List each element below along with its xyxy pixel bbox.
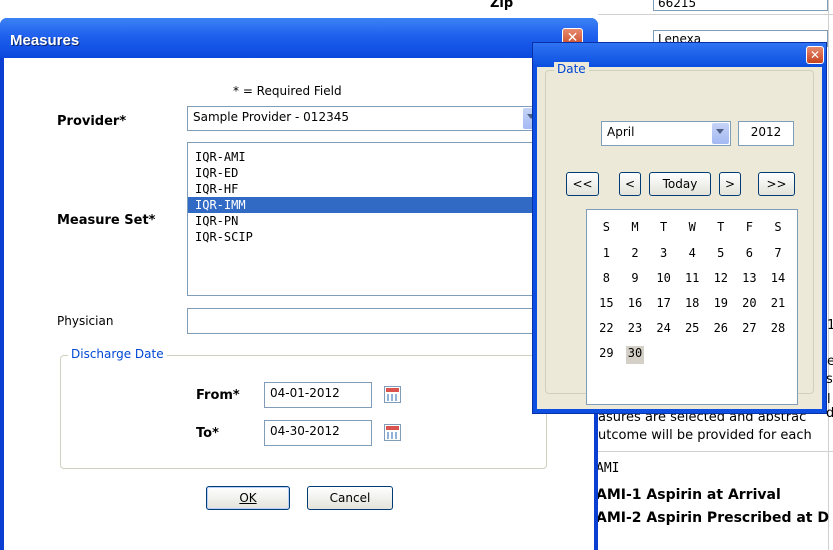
today-button[interactable]: Today [649,172,711,196]
measure-set-label: Measure Set* [57,213,156,228]
measure-set-option[interactable]: IQR-PN [188,213,549,229]
calendar-day[interactable]: 8 [597,271,615,289]
weekday-header: W [688,220,696,234]
calendar-day[interactable]: 1 [597,246,615,264]
zip-field[interactable]: 66215 [653,0,828,11]
calendar-day[interactable]: 23 [626,321,644,339]
divider [598,451,833,452]
provider-label: Provider* [57,114,127,129]
partial-text: d [826,406,833,421]
prev-month-button[interactable]: < [619,172,641,196]
month-value: April [607,125,635,139]
calendar-day[interactable]: 12 [712,271,730,289]
next-month-button[interactable]: > [719,172,741,196]
weekday-header: F [745,220,753,234]
zip-label: Zip [490,0,514,11]
measure-set-option[interactable]: IQR-SCIP [188,229,549,245]
dropdown-arrow-icon[interactable] [712,123,729,144]
physician-label: Physician [57,314,114,328]
calendar-day[interactable]: 19 [712,296,730,314]
dialog-body [4,58,594,550]
measure-set-list[interactable]: IQR-AMI IQR-ED IQR-HF IQR-IMM IQR-PN IQR-SCIP [187,142,550,296]
calendar-day[interactable]: 10 [655,271,673,289]
measure-set-option[interactable]: IQR-ED [188,165,549,181]
calendar-day[interactable]: 3 [655,246,673,264]
calendar-icon[interactable] [384,424,401,441]
calendar-day[interactable]: 22 [597,321,615,339]
to-label: To* [196,426,219,441]
calendar-icon[interactable] [384,386,401,403]
provider-select[interactable]: Sample Provider - 012345 [187,106,542,131]
ami-heading: AMI [596,461,620,476]
weekday-header: M [631,220,639,234]
ok-button[interactable]: OK [206,486,290,510]
partial-text: si [826,372,833,387]
info-text: utcome will be provided for each [598,428,812,443]
cancel-button[interactable]: Cancel [307,486,393,510]
required-note: * = Required Field [233,84,342,98]
calendar-day[interactable]: 5 [712,246,730,264]
calendar-day[interactable]: 15 [597,296,615,314]
side-fragment: 1 [827,318,833,333]
measure-item[interactable]: AMI-1 Aspirin at Arrival [596,487,781,503]
weekday-header: T [659,220,668,234]
from-date-input[interactable]: 04-01-2012 [264,382,372,408]
discharge-date-group [60,355,547,469]
divider [598,14,833,15]
calendar-day[interactable]: 24 [655,321,673,339]
calendar-day[interactable]: 4 [683,246,701,264]
measure-set-option[interactable]: IQR-AMI [188,149,549,165]
calendar-day[interactable]: 13 [740,271,758,289]
calendar-day[interactable]: 17 [655,296,673,314]
calendar-day[interactable]: 28 [769,321,787,339]
calendar-day[interactable]: 11 [683,271,701,289]
cancel-button-label: Cancel [329,491,371,505]
weekday-header: S [774,220,782,234]
measure-set-option[interactable]: IQR-IMM [188,197,549,213]
partial-text: l [827,392,831,407]
calendar-grid: S M T W T F S 1 2 3 4 5 6 7 8 9 10 11 12 13 14 15 16 17 18 19 20 21… [586,209,798,405]
to-date-input[interactable]: 04-30-2012 [264,420,372,446]
calendar-day[interactable]: 21 [769,296,787,314]
calendar-day[interactable]: 27 [740,321,758,339]
provider-value: Sample Provider - 012345 [193,110,349,124]
measure-set-option[interactable]: IQR-HF [188,181,549,197]
calendar-day[interactable]: 6 [740,246,758,264]
calendar-day[interactable]: 26 [712,321,730,339]
close-icon[interactable]: ✕ [806,46,824,64]
date-legend: Date [554,62,589,76]
divider [828,0,829,550]
measure-item[interactable]: AMI-2 Aspirin Prescribed at D [596,510,829,526]
calendar-day[interactable]: 2 [626,246,644,264]
calendar-day[interactable]: 30 [626,346,644,364]
calendar-day[interactable]: 25 [683,321,701,339]
calendar-day[interactable]: 9 [626,271,644,289]
dialog-title: Measures [10,32,80,49]
weekday-header: T [717,220,725,234]
calendar-day[interactable]: 7 [769,246,787,264]
calendar-day[interactable]: 29 [597,346,615,364]
calendar-day[interactable]: 18 [683,296,701,314]
weekday-header: S [602,220,610,234]
partial-text: e [827,354,833,369]
prev-year-button[interactable]: << [566,172,599,196]
ok-button-label: OK [239,491,257,505]
year-input[interactable]: 2012 [738,121,794,146]
calendar-day[interactable]: 16 [626,296,644,314]
physician-input[interactable] [187,308,547,334]
calendar-day[interactable]: 20 [740,296,758,314]
discharge-date-legend: Discharge Date [68,347,167,361]
next-year-button[interactable]: >> [758,172,795,196]
calendar-day[interactable]: 14 [769,271,787,289]
title-bar[interactable]: Measures [0,18,598,58]
month-select[interactable]: April [601,121,731,146]
from-label: From* [196,388,240,403]
